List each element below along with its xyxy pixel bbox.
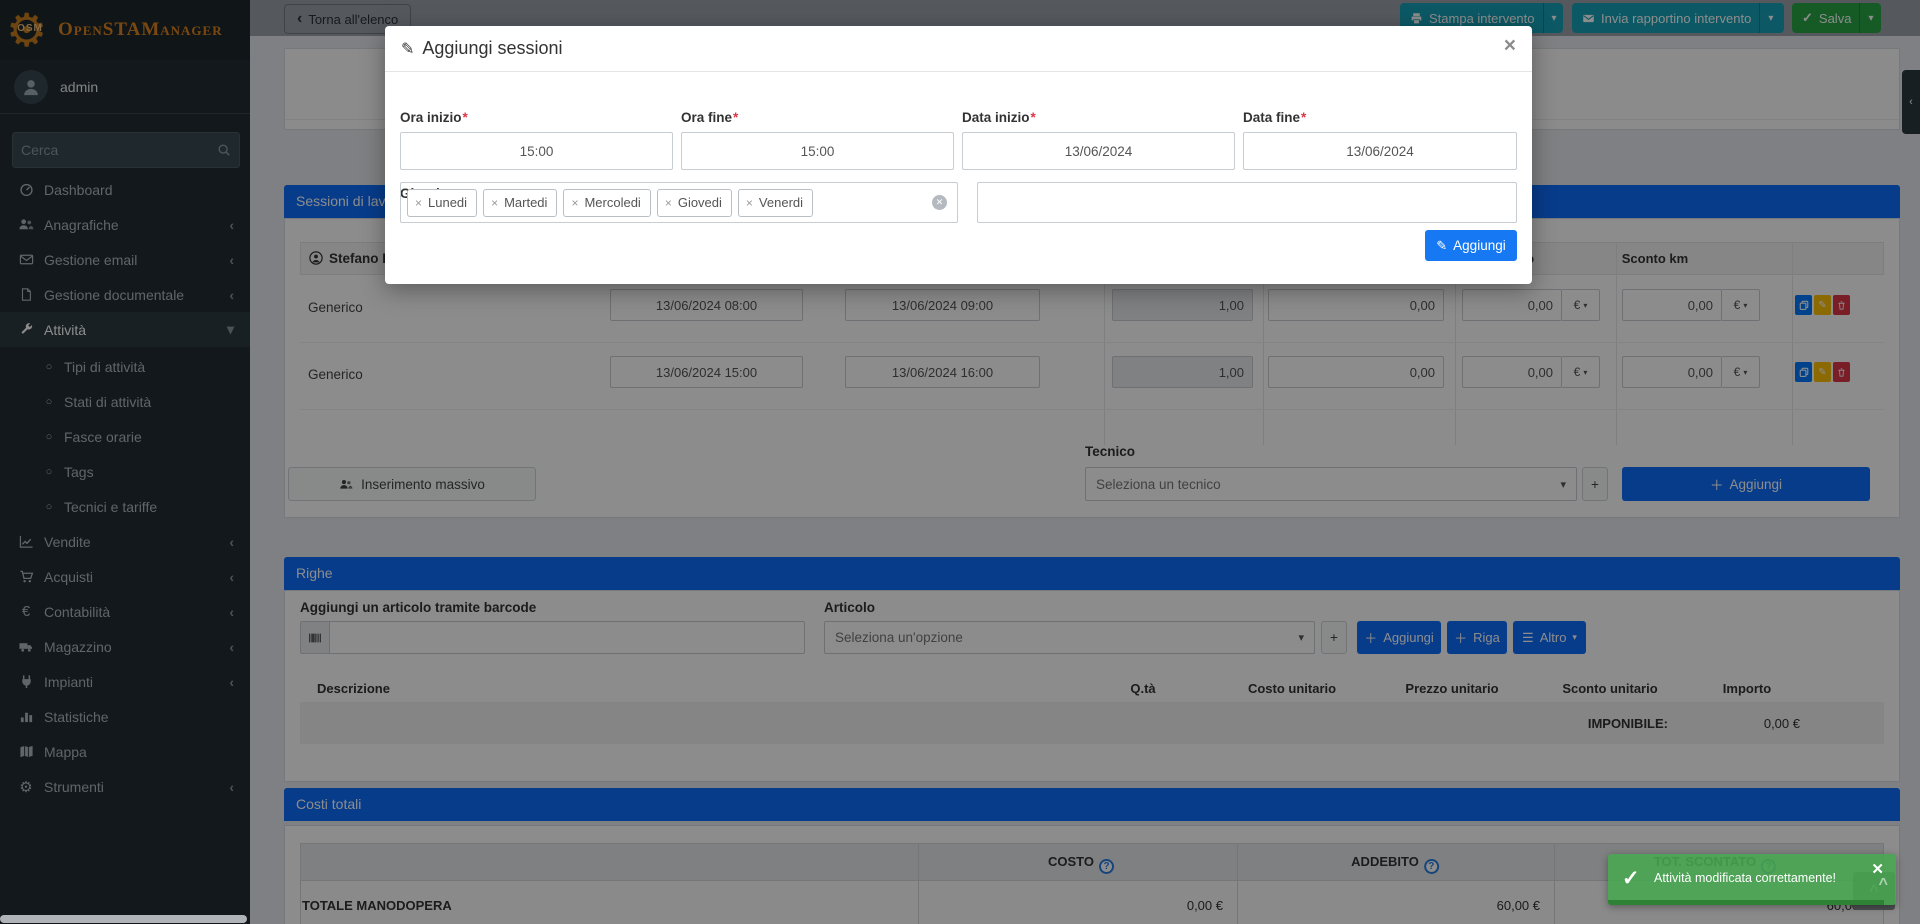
add-sessions-modal: ✎ Aggiungi sessioni × Ora inizio* Ora fi… <box>385 26 1532 284</box>
toast-progress-bar <box>1608 900 1884 905</box>
ora-fine-label: Ora fine* <box>681 110 738 125</box>
modal-header: ✎ Aggiungi sessioni <box>385 26 1532 72</box>
giorni-tag[interactable]: × Venerdi <box>738 189 813 217</box>
data-fine-input[interactable] <box>1243 132 1517 170</box>
app-root: ⚙ OSM OpenSTAManager admin Dashboard Ana… <box>0 0 1920 924</box>
success-toast[interactable]: ✓ Attività modificata correttamente! ✕ ^ <box>1608 854 1896 905</box>
data-fine-label: Data fine* <box>1243 110 1306 125</box>
remove-tag-icon[interactable]: × <box>415 196 422 210</box>
check-icon: ✓ <box>1622 866 1640 891</box>
modal-submit-button[interactable]: ✎ Aggiungi <box>1425 230 1517 261</box>
ora-inizio-input[interactable] <box>400 132 673 170</box>
clear-all-tags-icon[interactable]: ✕ <box>932 195 947 210</box>
pencil-icon: ✎ <box>401 39 414 59</box>
giorni-tag[interactable]: × Giovedi <box>657 189 732 217</box>
edit-icon: ✎ <box>1436 238 1447 254</box>
remove-tag-icon[interactable]: × <box>665 196 672 210</box>
toast-message: Attività modificata correttamente! <box>1654 871 1836 885</box>
ora-fine-input[interactable] <box>681 132 954 170</box>
ora-inizio-label: Ora inizio* <box>400 110 468 125</box>
giorni-tag[interactable]: × Mercoledi <box>563 189 650 217</box>
close-icon[interactable]: × <box>1504 34 1516 58</box>
remove-tag-icon[interactable]: × <box>571 196 578 210</box>
remove-tag-icon[interactable]: × <box>491 196 498 210</box>
chevron-up-icon: ^ <box>1879 876 1888 894</box>
giorni-multiselect[interactable]: × Lunedi × Martedi × Mercoledi × Giovedi… <box>400 182 958 223</box>
data-inizio-label: Data inizio* <box>962 110 1036 125</box>
giorni-tag[interactable]: × Lunedi <box>407 189 477 217</box>
sidebar-scrollbar[interactable] <box>0 915 247 923</box>
modal-title-text: Aggiungi sessioni <box>422 38 562 59</box>
tecnici-input[interactable] <box>977 182 1517 223</box>
remove-tag-icon[interactable]: × <box>746 196 753 210</box>
data-inizio-input[interactable] <box>962 132 1235 170</box>
giorni-tag[interactable]: × Martedi <box>483 189 557 217</box>
